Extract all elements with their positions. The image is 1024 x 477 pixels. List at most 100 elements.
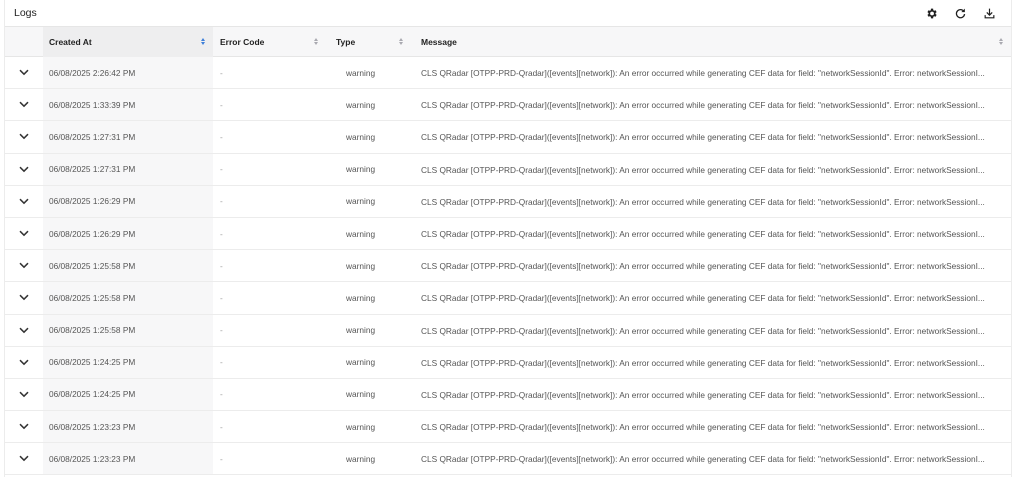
cell-message: CLS QRadar [OTPP-PRD-Qradar]([events][ne… (421, 196, 985, 207)
table-row[interactable]: 06/08/2025 1:33:39 PM - warning CLS QRadar … (5, 89, 1011, 122)
table-row[interactable]: 06/08/2025 1:26:29 PM - warning CLS QRadar … (5, 217, 1011, 251)
expand-row-button[interactable] (5, 186, 43, 217)
table-row[interactable]: 06/08/2025 1:23:23 PM - warning CLS QRadar … (5, 411, 1011, 444)
table-row[interactable]: 06/08/2025 1:25:58 PM - warning CLS QRadar … (5, 314, 1011, 347)
cell-error-code: - (220, 196, 223, 207)
cell-created-at: 06/08/2025 1:25:58 PM (43, 314, 213, 346)
download-icon[interactable] (981, 6, 997, 22)
expand-row-button[interactable] (5, 443, 43, 474)
cell-type: warning (346, 164, 376, 175)
sort-icon[interactable] (397, 36, 405, 48)
cell-created-at: 06/08/2025 1:23:23 PM (43, 411, 213, 443)
chevron-down-icon (19, 262, 29, 269)
cell-type: warning (346, 357, 376, 368)
cell-type: warning (346, 196, 376, 207)
cell-message: CLS QRadar [OTPP-PRD-Qradar]([events][ne… (421, 389, 985, 400)
chevron-down-icon (19, 134, 29, 140)
chevron-down-icon (19, 198, 29, 205)
cell-type: warning (346, 228, 376, 239)
cell-message: CLS QRadar [OTPP-PRD-Qradar]([events][ne… (421, 164, 985, 175)
table-row[interactable]: 06/08/2025 1:27:31 PM - warning CLS QRadar … (5, 121, 1011, 154)
table-row[interactable]: 06/08/2025 1:25:58 PM - warning CLS QRadar … (5, 282, 1011, 315)
cell-error-code: - (220, 389, 223, 400)
cell-created-at: 06/08/2025 1:25:58 PM (43, 282, 213, 314)
table-row[interactable]: 06/08/2025 1:23:23 PM - warning CLS QRadar … (5, 443, 1011, 476)
table-row[interactable]: 06/08/2025 1:27:31 PM - warning CLS QRadar … (5, 153, 1011, 186)
cell-created-at: 06/08/2025 1:27:31 PM (43, 153, 213, 185)
column-header-label: Created At (49, 36, 92, 47)
chevron-down-icon (19, 101, 29, 108)
cell-message: CLS QRadar [OTPP-PRD-Qradar]([events][ne… (421, 228, 985, 239)
cell-type: warning (346, 453, 376, 464)
cell-message: CLS QRadar [OTPP-PRD-Qradar]([events][ne… (421, 422, 985, 433)
cell-created-at: 06/08/2025 1:25:58 PM (43, 250, 213, 282)
expand-row-button[interactable] (5, 282, 43, 313)
cell-type: warning (346, 292, 376, 303)
cell-message: CLS QRadar [OTPP-PRD-Qradar]([events][ne… (421, 293, 985, 304)
sort-icon[interactable] (997, 36, 1005, 48)
sort-icon[interactable] (312, 36, 320, 48)
cell-created-at: 06/08/2025 1:26:29 PM (43, 185, 213, 217)
chevron-down-icon (19, 230, 29, 237)
cell-type: warning (346, 325, 376, 336)
chevron-down-icon (19, 327, 29, 333)
table-row[interactable]: 06/08/2025 1:24:25 PM - warning CLS QRadar … (5, 346, 1011, 379)
cell-error-code: - (220, 164, 223, 175)
cell-type: warning (346, 260, 376, 271)
cell-type: warning (346, 131, 376, 142)
expand-row-button[interactable] (5, 121, 43, 152)
column-header-type[interactable]: Type (326, 27, 411, 57)
expand-row-button[interactable] (5, 57, 43, 88)
expand-row-button[interactable] (5, 89, 43, 120)
cell-error-code: - (220, 453, 223, 464)
table-row[interactable]: 06/08/2025 2:26:42 PM - warning CLS QRadar … (5, 57, 1011, 90)
column-header-label: Message (421, 36, 457, 47)
cell-error-code: - (220, 99, 223, 110)
cell-error-code: - (220, 357, 223, 368)
cell-message: CLS QRadar [OTPP-PRD-Qradar]([events][ne… (421, 325, 985, 336)
table-row[interactable]: 06/08/2025 1:26:29 PM - warning CLS QRadar … (5, 185, 1011, 218)
refresh-icon[interactable] (952, 6, 968, 22)
expand-row-button[interactable] (5, 154, 43, 185)
panel-title: Logs (14, 7, 37, 19)
expand-row-button[interactable] (5, 218, 43, 249)
chevron-down-icon (19, 456, 29, 462)
expand-row-button[interactable] (5, 315, 43, 346)
table-row[interactable]: 06/08/2025 1:25:58 PM - warning CLS QRadar … (5, 250, 1011, 283)
cell-error-code: - (220, 421, 223, 432)
column-header-created-at[interactable]: Created At (43, 26, 213, 57)
cell-error-code: - (220, 325, 223, 336)
cell-message: CLS QRadar [OTPP-PRD-Qradar]([events][ne… (421, 454, 985, 465)
cell-type: warning (346, 389, 376, 400)
cell-created-at: 06/08/2025 1:27:31 PM (43, 121, 213, 153)
column-header-label: Type (336, 36, 356, 47)
cell-message: CLS QRadar [OTPP-PRD-Qradar]([events][ne… (421, 261, 985, 272)
column-header-message[interactable]: Message (411, 27, 1011, 57)
cell-created-at: 06/08/2025 1:26:29 PM (43, 217, 213, 250)
chevron-down-icon (19, 391, 29, 398)
logs-panel: Logs Created At Error Code Type Message … (4, 0, 1012, 477)
cell-type: warning (346, 67, 376, 78)
expand-row-button[interactable] (5, 411, 43, 442)
cell-error-code: - (220, 67, 223, 78)
gear-icon[interactable] (923, 6, 939, 22)
toolbar (923, 0, 997, 27)
sort-icon[interactable] (199, 36, 207, 48)
cell-message: CLS QRadar [OTPP-PRD-Qradar]([events][ne… (421, 132, 985, 143)
cell-message: CLS QRadar [OTPP-PRD-Qradar]([events][ne… (421, 100, 985, 111)
expand-row-button[interactable] (5, 250, 43, 281)
table-row[interactable]: 06/08/2025 1:24:25 PM - warning CLS QRadar … (5, 378, 1011, 412)
cell-created-at: 06/08/2025 1:24:25 PM (43, 378, 213, 411)
table-body: 06/08/2025 2:26:42 PM - warning CLS QRadar … (5, 57, 1011, 476)
cell-type: warning (346, 99, 376, 110)
chevron-down-icon (19, 69, 29, 76)
column-header-label: Error Code (220, 36, 265, 47)
cell-message: CLS QRadar [OTPP-PRD-Qradar]([events][ne… (421, 357, 985, 368)
panel-header: Logs (5, 0, 1011, 27)
expand-row-button[interactable] (5, 347, 43, 378)
expand-row-button[interactable] (5, 379, 43, 410)
table-header: Created At Error Code Type Message (5, 26, 1011, 57)
cell-error-code: - (220, 292, 223, 303)
cell-type: warning (346, 421, 376, 432)
column-header-error-code[interactable]: Error Code (213, 27, 326, 57)
